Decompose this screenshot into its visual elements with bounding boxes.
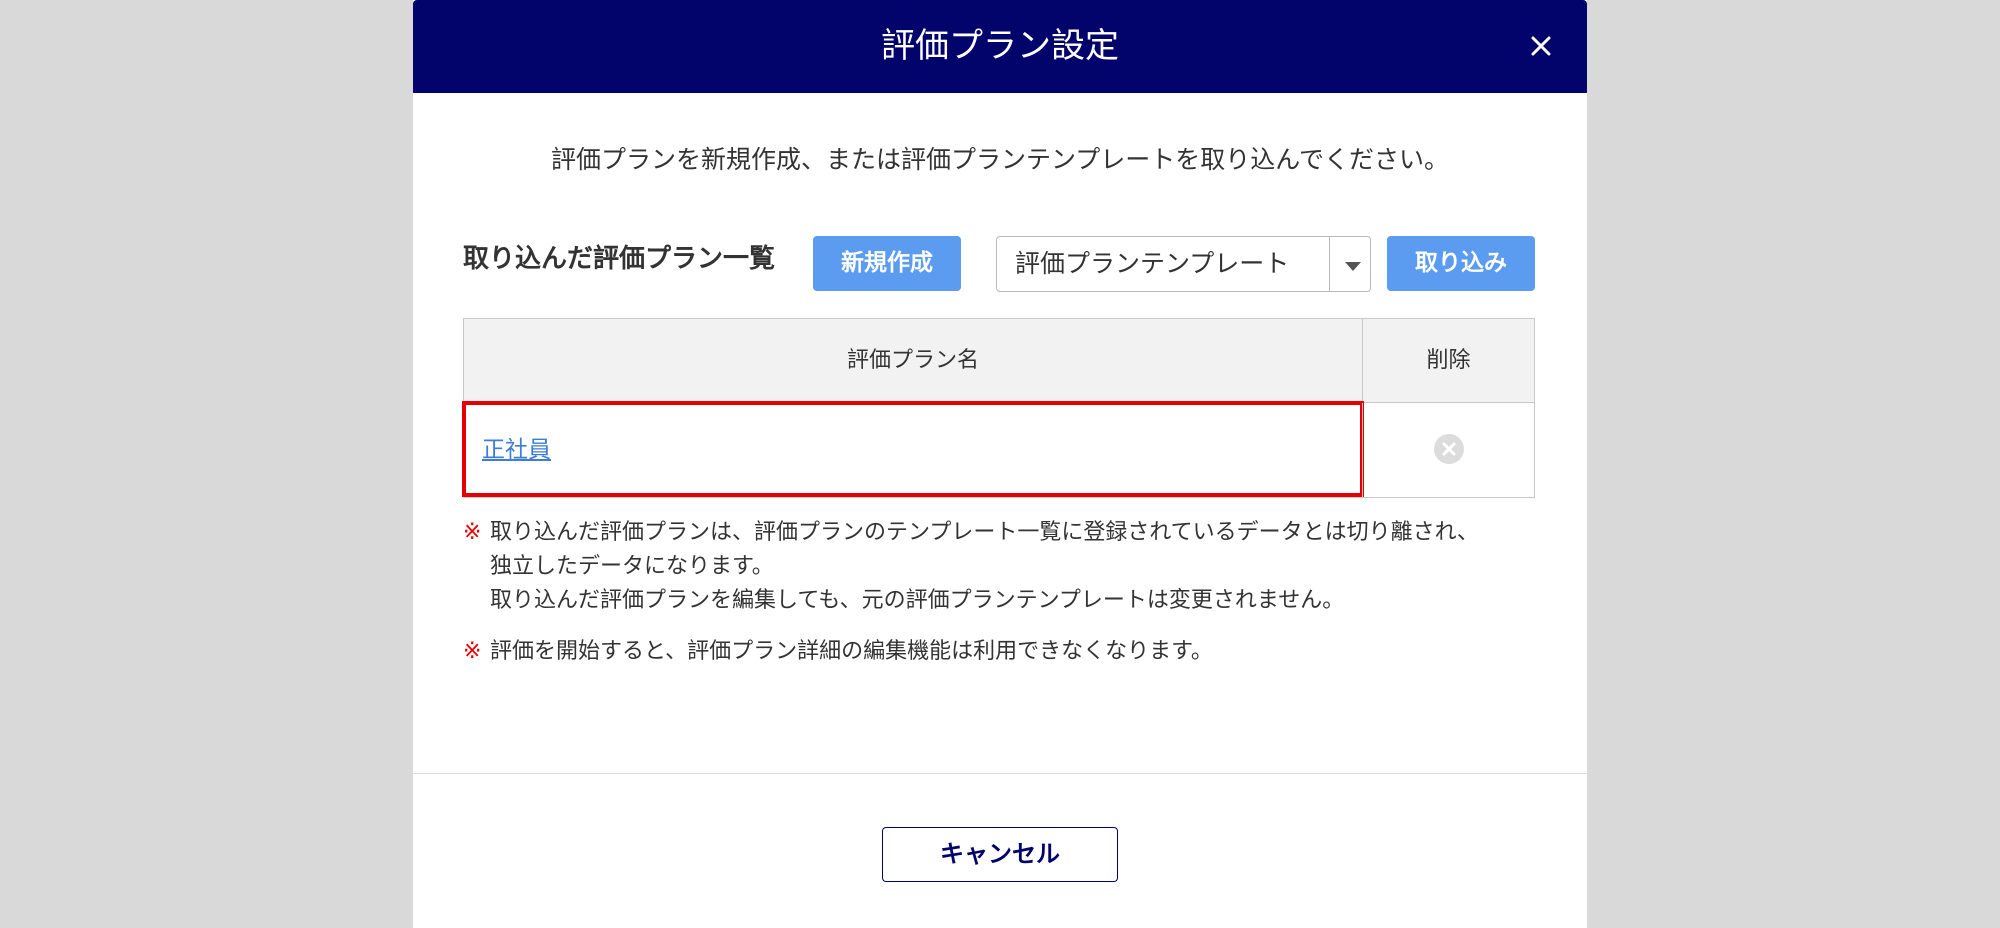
plan-settings-dialog: 評価プラン設定 評価プランを新規作成、または評価プランテンプレートを取り込んでく… [413, 0, 1587, 928]
section-title: 取り込んだ評価プラン一覧 [463, 244, 776, 274]
select-divider [1329, 237, 1330, 291]
dialog-title: 評価プラン設定 [881, 26, 1119, 66]
plan-name-cell: 正社員 [462, 401, 1364, 497]
delete-cell [1362, 403, 1534, 497]
template-select-value: 評価プランテンプレート [1015, 249, 1290, 278]
note-lines: 取り込んだ評価プランは、評価プランのテンプレート一覧に登録されているデータとは切… [490, 516, 1550, 618]
note-line: 評価を開始すると、評価プラン詳細の編集機能は利用できなくなります。 [490, 639, 1213, 664]
note-lines: 評価を開始すると、評価プラン詳細の編集機能は利用できなくなります。 [490, 635, 1550, 669]
note-line: 取り込んだ評価プランは、評価プランのテンプレート一覧に登録されているデータとは切… [490, 520, 1479, 545]
note-mark: ※ [463, 639, 482, 664]
template-select[interactable]: 評価プランテンプレート [996, 236, 1371, 292]
intro-text: 評価プランを新規作成、または評価プランテンプレートを取り込んでください。 [550, 145, 1449, 174]
cancel-button[interactable]: キャンセル [882, 827, 1118, 882]
header-plan-name: 評価プラン名 [846, 348, 979, 373]
note-mark: ※ [463, 520, 482, 545]
table-header-row: 評価プラン名 削除 [464, 319, 1534, 403]
highlight-box [462, 401, 1364, 497]
note-import-info: ※ 取り込んだ評価プランは、評価プランのテンプレート一覧に登録されているデータと… [463, 516, 1563, 618]
footer-divider [413, 773, 1587, 774]
close-icon[interactable] [1521, 26, 1561, 66]
header-delete: 削除 [1362, 319, 1534, 402]
note-line: 独立したデータになります。 [490, 554, 774, 579]
table-row: 正社員 [462, 401, 1534, 497]
plan-table: 評価プラン名 削除 正社員 [462, 318, 1535, 498]
circle-x-icon[interactable] [1433, 433, 1465, 465]
note-start-evaluation: ※ 評価を開始すると、評価プラン詳細の編集機能は利用できなくなります。 [463, 635, 1563, 669]
dialog-header: 評価プラン設定 [413, 0, 1587, 93]
new-plan-button[interactable]: 新規作成 [813, 236, 961, 291]
plan-name-link[interactable]: 正社員 [482, 403, 551, 497]
import-button[interactable]: 取り込み [1387, 236, 1535, 291]
note-line: 取り込んだ評価プランを編集しても、元の評価プランテンプレートは変更されません。 [490, 588, 1345, 613]
